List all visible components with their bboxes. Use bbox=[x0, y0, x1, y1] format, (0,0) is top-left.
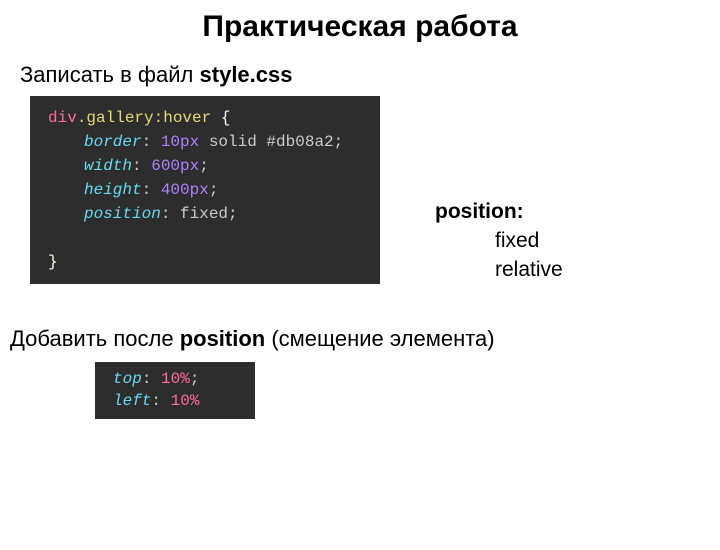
token-colon: : bbox=[161, 205, 180, 223]
subheading-bold: style.css bbox=[200, 62, 293, 87]
subheading-2: Добавить после position (смещение элемен… bbox=[10, 326, 720, 352]
instruction2-prefix: Добавить после bbox=[10, 326, 180, 351]
token-value-rest: solid #db08a2 bbox=[199, 133, 333, 151]
token-prop: border bbox=[84, 133, 142, 151]
subheading-1: Записать в файл style.css bbox=[20, 62, 720, 88]
token-value: fixed bbox=[180, 205, 228, 223]
token-semi: ; bbox=[228, 205, 238, 223]
token-value: 400px bbox=[161, 181, 209, 199]
code-block-main: div.gallery:hover { border: 10px solid #… bbox=[30, 96, 380, 284]
token-prop: left bbox=[113, 392, 151, 410]
code-line-empty bbox=[48, 226, 366, 250]
token-colon: : bbox=[142, 370, 161, 388]
subheading-prefix: Записать в файл bbox=[20, 62, 200, 87]
instruction2-bold: position bbox=[180, 326, 266, 351]
code-line-height: height: 400px; bbox=[48, 178, 366, 202]
token-colon: : bbox=[132, 157, 151, 175]
code-line-top: top: 10%; bbox=[113, 368, 241, 390]
token-value: 10% bbox=[161, 370, 190, 388]
token-class: .gallery bbox=[77, 109, 154, 127]
token-brace-open: { bbox=[211, 109, 230, 127]
code-line-left: left: 10% bbox=[113, 390, 241, 412]
token-prop: width bbox=[84, 157, 132, 175]
token-semi: ; bbox=[199, 157, 209, 175]
token-value: 10% bbox=[171, 392, 200, 410]
side-note-values: fixed relative bbox=[495, 226, 563, 285]
side-note-label: position: bbox=[435, 200, 563, 224]
token-prop: top bbox=[113, 370, 142, 388]
token-semi: ; bbox=[209, 181, 219, 199]
token-semi: ; bbox=[190, 370, 200, 388]
code-line-border: border: 10px solid #db08a2; bbox=[48, 130, 366, 154]
token-colon: : bbox=[142, 181, 161, 199]
code-line-position: position: fixed; bbox=[48, 202, 366, 226]
instruction2-suffix: (смещение элемента) bbox=[265, 326, 494, 351]
token-brace-close: } bbox=[48, 253, 58, 271]
token-colon: : bbox=[142, 133, 161, 151]
token-value: 600px bbox=[151, 157, 199, 175]
token-tag: div bbox=[48, 109, 77, 127]
token-colon: : bbox=[151, 392, 170, 410]
code-block-offset: top: 10%; left: 10% bbox=[95, 362, 255, 419]
side-note-val2: relative bbox=[495, 255, 563, 284]
token-prop: height bbox=[84, 181, 142, 199]
side-note: position: fixed relative bbox=[435, 200, 563, 285]
code-line-width: width: 600px; bbox=[48, 154, 366, 178]
page-title: Практическая работа bbox=[0, 10, 720, 44]
token-prop: position bbox=[84, 205, 161, 223]
code-line-selector: div.gallery:hover { bbox=[48, 106, 366, 130]
token-pseudo: :hover bbox=[154, 109, 212, 127]
side-note-val1: fixed bbox=[495, 226, 563, 255]
token-semi: ; bbox=[334, 133, 344, 151]
code-line-close: } bbox=[48, 250, 366, 274]
token-value-num: 10px bbox=[161, 133, 199, 151]
